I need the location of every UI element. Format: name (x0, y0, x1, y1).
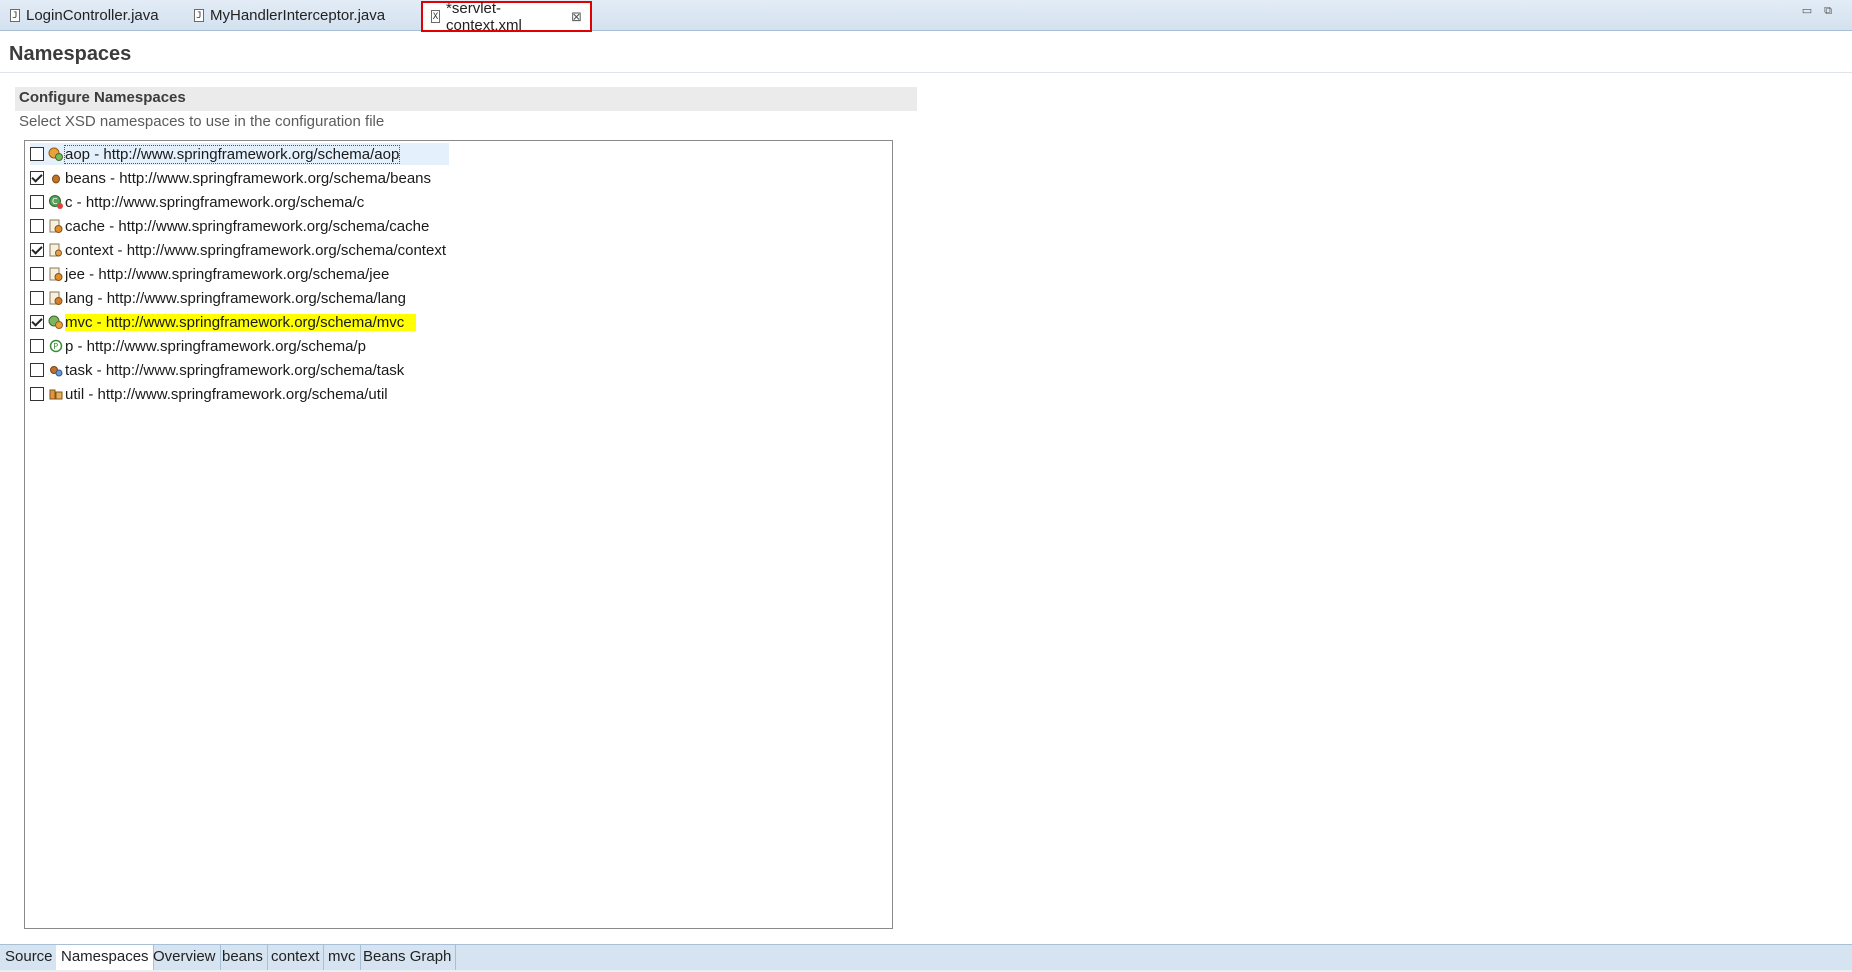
namespace-row-c[interactable]: C c - http://www.springframework.org/sch… (30, 191, 364, 213)
tab-beans-graph[interactable]: Beans Graph (358, 945, 457, 970)
namespace-row-mvc[interactable]: mvc - http://www.springframework.org/sch… (30, 311, 417, 333)
aop-icon (48, 146, 64, 162)
maximize-icon[interactable]: ⧉ (1822, 6, 1834, 17)
namespace-checkbox-cache[interactable] (30, 219, 44, 233)
namespace-checkbox-c[interactable] (30, 195, 44, 209)
namespace-row-beans[interactable]: beans - http://www.springframework.org/s… (30, 167, 431, 189)
namespace-label: context - http://www.springframework.org… (65, 241, 446, 259)
xml-file-icon: X (431, 10, 441, 23)
namespace-label: p - http://www.springframework.org/schem… (65, 337, 366, 355)
tab-source[interactable]: Source (0, 945, 58, 970)
namespace-checkbox-task[interactable] (30, 363, 44, 377)
svg-text:P: P (53, 342, 58, 351)
namespace-checkbox-beans[interactable] (30, 171, 44, 185)
util-icon (48, 386, 64, 402)
tab-overview[interactable]: Overview (148, 945, 221, 970)
editor-page-tabs: Source Namespaces Overview beans context… (0, 944, 1852, 971)
namespace-label: lang - http://www.springframework.org/sc… (65, 289, 406, 307)
namespace-checkbox-mvc[interactable] (30, 315, 44, 329)
namespace-label: aop - http://www.springframework.org/sch… (63, 144, 401, 164)
namespace-label: cache - http://www.springframework.org/s… (65, 217, 430, 235)
lang-icon (48, 290, 64, 306)
namespace-row-cache[interactable]: cache - http://www.springframework.org/s… (30, 215, 429, 237)
java-file-icon: J (194, 9, 204, 22)
section-title: Configure Namespaces (15, 87, 917, 111)
task-icon (48, 362, 64, 378)
p-namespace-icon: P (48, 338, 64, 354)
tab-namespaces[interactable]: Namespaces (56, 945, 154, 971)
namespace-checkbox-p[interactable] (30, 339, 44, 353)
jee-icon (48, 266, 64, 282)
c-namespace-icon: C (48, 194, 64, 210)
section-title-text: Configure Namespaces (19, 89, 186, 106)
namespace-label: beans - http://www.springframework.org/s… (65, 169, 431, 187)
namespace-checkbox-lang[interactable] (30, 291, 44, 305)
namespace-list[interactable]: aop - http://www.springframework.org/sch… (24, 140, 893, 929)
namespace-checkbox-util[interactable] (30, 387, 44, 401)
tab-mvc[interactable]: mvc (323, 945, 361, 970)
tab-context[interactable]: context (266, 945, 325, 970)
tab-servlet-context-xml[interactable]: X *servlet-context.xml ⊠ (421, 0, 592, 34)
namespace-checkbox-jee[interactable] (30, 267, 44, 281)
namespace-label: mvc - http://www.springframework.org/sch… (65, 313, 417, 331)
minimize-icon[interactable]: ▭ (1801, 6, 1813, 17)
tab-label: MyHandlerInterceptor.java (210, 7, 386, 24)
mvc-icon (48, 314, 64, 330)
namespace-checkbox-aop[interactable] (30, 147, 44, 161)
beans-icon (48, 170, 64, 186)
namespace-label: task - http://www.springframework.org/sc… (65, 361, 405, 379)
tab-label: *servlet-context.xml (446, 0, 522, 34)
namespace-label: util - http://www.springframework.org/sc… (65, 385, 388, 403)
namespace-row-aop[interactable]: aop - http://www.springframework.org/sch… (30, 143, 450, 165)
tab-my-handler-interceptor[interactable]: J MyHandlerInterceptor.java (186, 2, 393, 29)
namespace-row-p[interactable]: P p - http://www.springframework.org/sch… (30, 335, 366, 357)
tab-label: LoginController.java (26, 7, 159, 24)
namespace-row-lang[interactable]: lang - http://www.springframework.org/sc… (30, 287, 406, 309)
java-file-icon: J (10, 9, 20, 22)
editor-tab-bar: J LoginController.java J MyHandlerInterc… (0, 0, 1852, 34)
namespace-row-util[interactable]: util - http://www.springframework.org/sc… (30, 383, 388, 405)
title-divider (0, 72, 1852, 73)
tab-beans[interactable]: beans (217, 945, 268, 970)
close-icon[interactable]: ⊠ (571, 9, 582, 25)
namespace-label: jee - http://www.springframework.org/sch… (65, 265, 390, 283)
tab-login-controller[interactable]: J LoginController.java (2, 2, 167, 29)
namespace-checkbox-context[interactable] (30, 243, 44, 257)
namespace-row-task[interactable]: task - http://www.springframework.org/sc… (30, 359, 404, 381)
namespace-row-context[interactable]: context - http://www.springframework.org… (30, 239, 446, 261)
page-title: Namespaces (9, 43, 132, 65)
context-icon (48, 242, 64, 258)
section-description: Select XSD namespaces to use in the conf… (19, 113, 385, 130)
cache-icon (48, 218, 64, 234)
svg-text:C: C (52, 197, 58, 206)
namespace-row-jee[interactable]: jee - http://www.springframework.org/sch… (30, 263, 389, 285)
namespace-label: c - http://www.springframework.org/schem… (65, 193, 365, 211)
